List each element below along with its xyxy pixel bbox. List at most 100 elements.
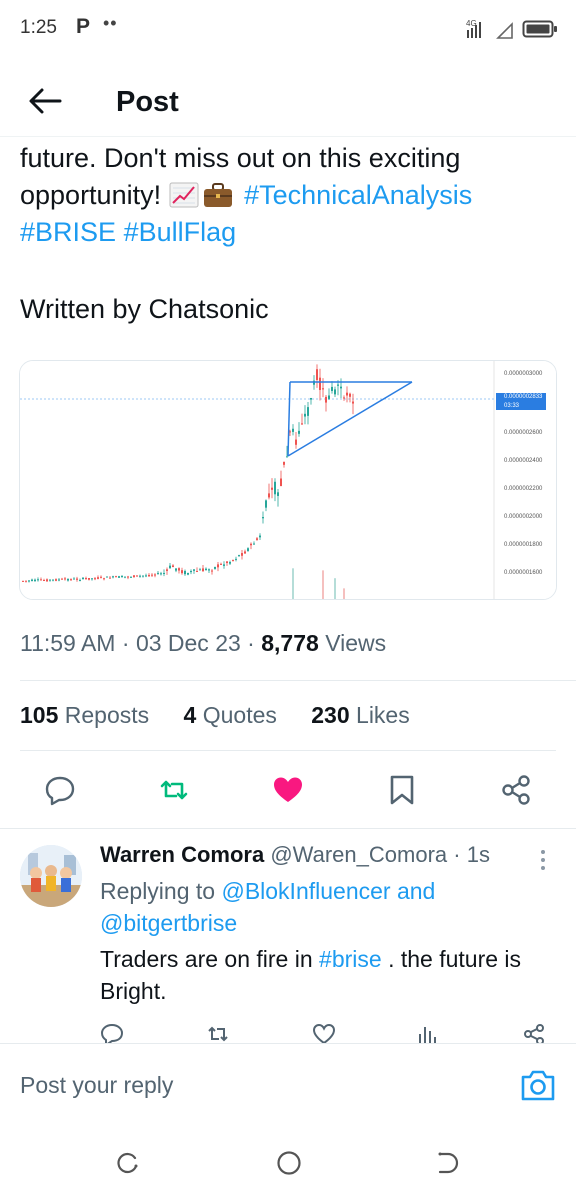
post-text-line: future. Don't miss out on this exciting: [20, 143, 461, 173]
reply-composer[interactable]: Post your reply: [0, 1043, 576, 1128]
price-axis-label: 0.0000003000: [504, 371, 543, 377]
candle-body: [172, 565, 174, 568]
price-axis-label: 0.0000002400: [504, 458, 543, 464]
reply-author-handle[interactable]: @Waren_Comora: [270, 842, 447, 867]
reposts-count[interactable]: 105: [20, 702, 58, 728]
replying-to-label: Replying to: [100, 878, 216, 904]
status-bar: 1:25 P •• 4G: [0, 0, 576, 60]
reply-input[interactable]: Post your reply: [20, 1072, 173, 1099]
volume-bar: [343, 588, 345, 599]
candle-body: [166, 569, 168, 571]
mention-link[interactable]: @bitgertbrise: [100, 910, 237, 936]
back-nav-icon[interactable]: [436, 1151, 460, 1175]
price-axis-label: 0.0000002000: [504, 514, 543, 520]
candle-body: [244, 551, 246, 554]
candle-body: [154, 574, 156, 576]
battery-icon: [522, 20, 557, 38]
candle-body: [67, 578, 69, 581]
candle-body: [229, 561, 231, 564]
hashtag-link[interactable]: #BullFlag: [124, 217, 237, 247]
recent-apps-icon[interactable]: [116, 1151, 140, 1175]
candle-body: [85, 578, 87, 580]
divider: [20, 680, 576, 681]
price-axis-label: 0.0000001600: [504, 570, 543, 576]
candle-body: [298, 430, 300, 434]
reply-text-segment: Traders are on fire in: [100, 946, 313, 972]
signal-icon: 4G: [466, 19, 513, 39]
candle-body: [55, 579, 57, 581]
candle-body: [190, 570, 192, 573]
page-title: Post: [116, 86, 179, 118]
candle-body: [91, 578, 93, 580]
price-axis-label: 03:33: [504, 403, 520, 409]
candle-body: [97, 577, 99, 579]
more-options-icon[interactable]: [539, 848, 547, 872]
candle-body: [145, 575, 147, 577]
candle-body: [61, 578, 63, 580]
like-icon[interactable]: [272, 774, 304, 806]
candle-body: [73, 578, 75, 580]
candle-body: [346, 392, 348, 396]
candle-body: [349, 393, 351, 397]
reply-author[interactable]: Warren Comora @Waren_Comora · 1s: [100, 842, 490, 868]
mention-link[interactable]: @BlokInfluencer: [221, 878, 390, 904]
candle-body: [58, 579, 60, 581]
candle-body: [148, 574, 150, 577]
candle-body: [46, 579, 48, 582]
candle-body: [100, 576, 102, 578]
reply-icon[interactable]: [44, 774, 76, 806]
candle-body: [136, 575, 138, 577]
candle-body: [130, 576, 132, 578]
candle-body: [208, 569, 210, 571]
arrow-left-icon[interactable]: [28, 87, 62, 115]
camera-icon[interactable]: [520, 1068, 556, 1102]
candle-body: [328, 395, 330, 399]
bookmark-icon[interactable]: [386, 774, 418, 806]
candle-body: [52, 579, 54, 581]
candle-body: [343, 397, 345, 399]
candle-body: [304, 413, 306, 417]
candle-body: [169, 565, 171, 569]
status-time: 1:25: [20, 17, 57, 38]
candle-body: [157, 572, 159, 574]
likes-label[interactable]: Likes: [356, 702, 410, 728]
avatar[interactable]: [20, 845, 82, 907]
candle-body: [187, 573, 189, 575]
candle-body: [184, 570, 186, 575]
share-icon[interactable]: [500, 774, 532, 806]
candle-body: [277, 492, 279, 496]
volume-bar: [292, 568, 294, 599]
candle-body: [286, 456, 288, 458]
hashtag-link[interactable]: #TechnicalAnalysis: [244, 180, 472, 210]
candle-body: [322, 388, 324, 390]
post-text-line-2: opportunity! #TechnicalAnalysis: [20, 177, 560, 214]
candle-body: [106, 576, 108, 578]
post-image-chart[interactable]: 0.0000003000 0.0000002833 03:33 0.000000260…: [19, 360, 557, 600]
candle-body: [109, 577, 111, 579]
reposts-label[interactable]: Reposts: [65, 702, 149, 728]
likes-count[interactable]: 230: [311, 702, 349, 728]
hashtag-link[interactable]: #BRISE: [20, 217, 116, 247]
repost-icon[interactable]: [158, 774, 190, 806]
candle-body: [40, 579, 42, 581]
reply-author-name[interactable]: Warren Comora: [100, 842, 264, 867]
candle-body: [94, 578, 96, 580]
divider: [20, 750, 556, 751]
volume-bar: [322, 570, 324, 599]
candle-body: [265, 500, 267, 508]
candle-body: [76, 578, 78, 580]
candle-body: [292, 428, 294, 432]
post-text-line-3: #BRISE #BullFlag: [20, 214, 560, 251]
candle-body: [70, 579, 72, 581]
hashtag-link[interactable]: #brise: [319, 946, 382, 972]
home-icon[interactable]: [276, 1150, 302, 1176]
candle-body: [127, 576, 129, 578]
candle-body: [31, 579, 33, 582]
quotes-label[interactable]: Quotes: [203, 702, 277, 728]
quotes-count[interactable]: 4: [184, 702, 197, 728]
post-text-segment: opportunity!: [20, 180, 162, 210]
post-time: 11:59 AM: [20, 630, 116, 656]
candle-body: [226, 561, 228, 564]
candle-body: [205, 568, 207, 570]
candle-body: [175, 568, 177, 571]
